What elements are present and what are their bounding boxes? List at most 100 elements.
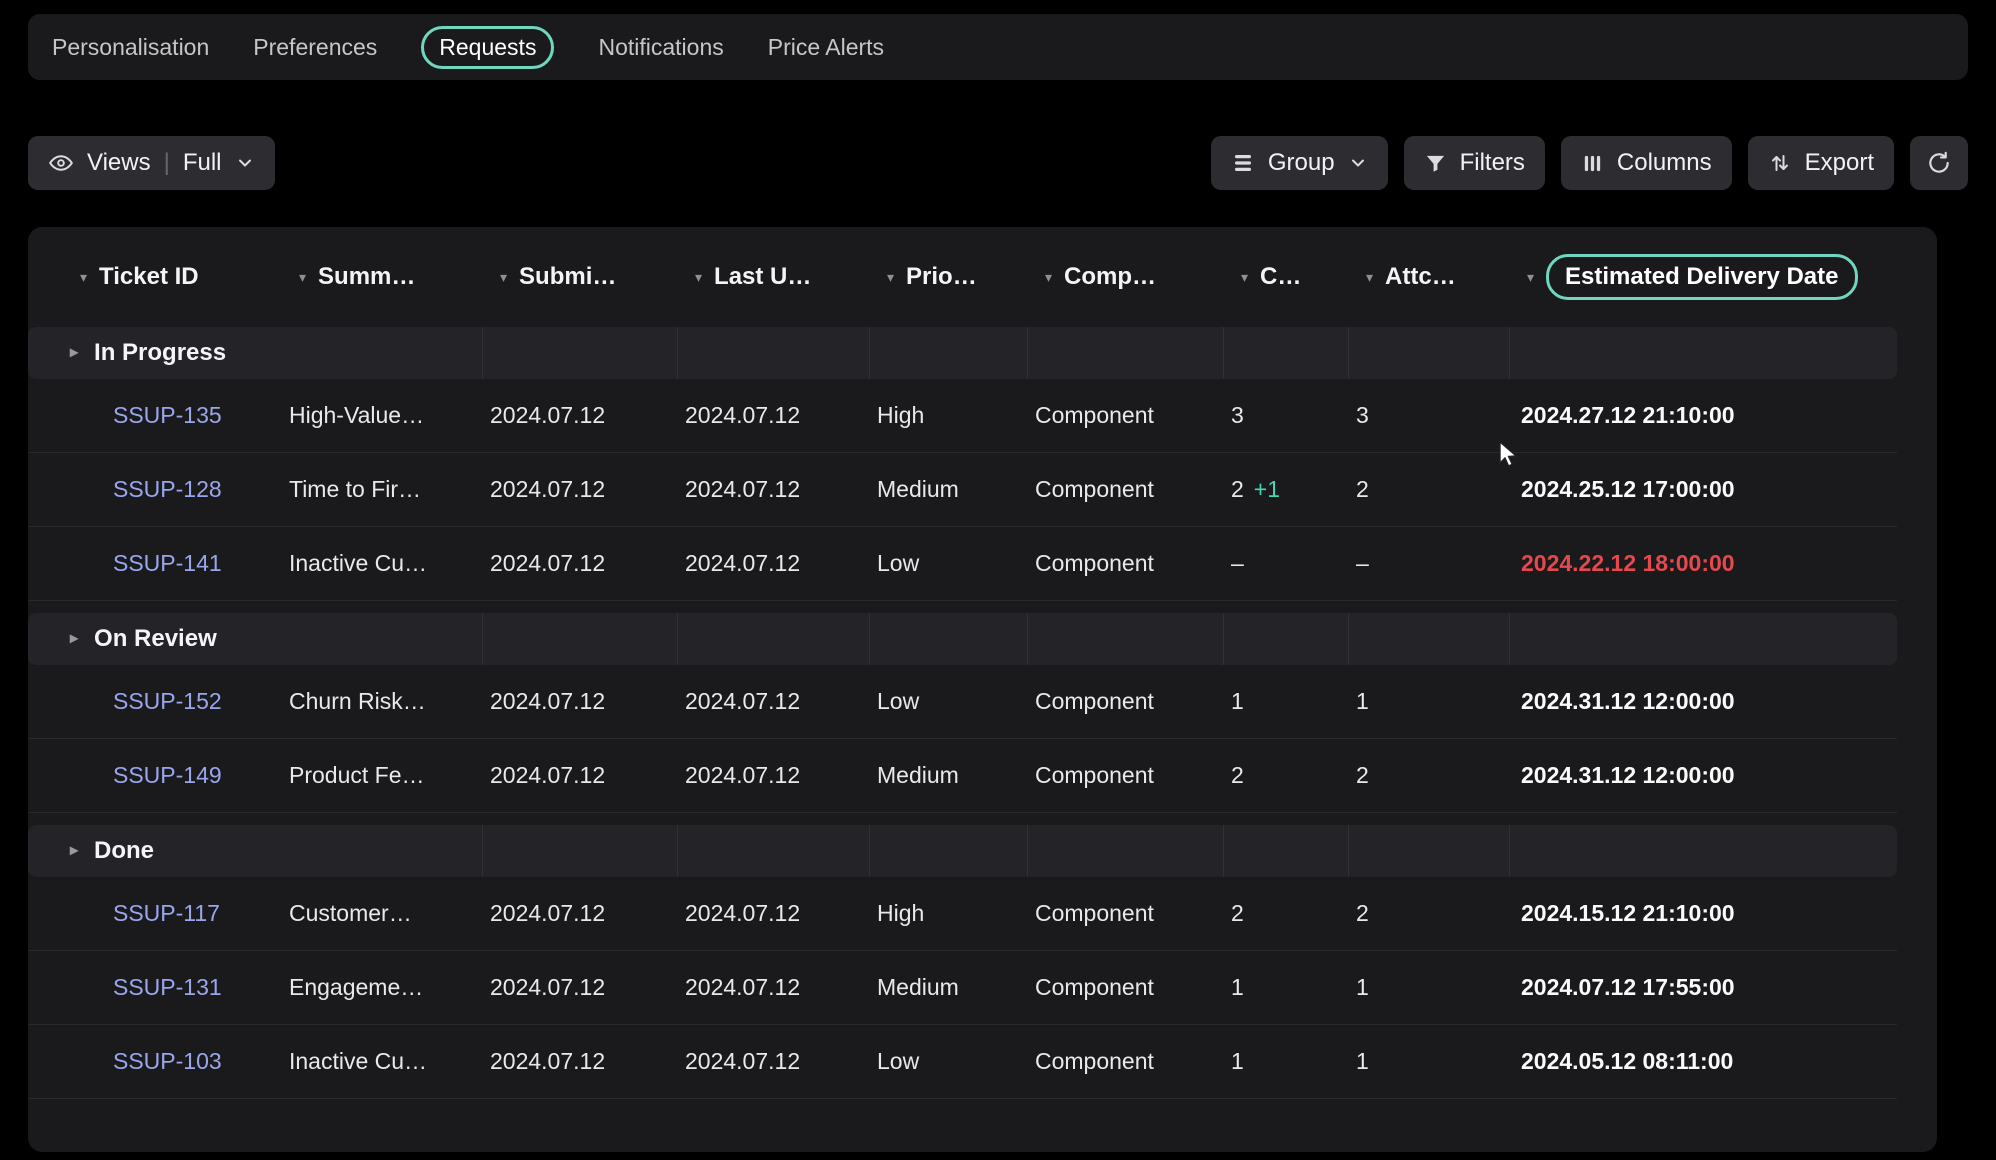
last-updated-cell: 2024.07.12 [677, 1048, 869, 1075]
layers-icon [1231, 151, 1255, 175]
ticket-link[interactable]: SSUP-103 [113, 1048, 222, 1074]
sort-triangle-icon[interactable]: ▾ [1241, 270, 1248, 284]
group-cell [1223, 825, 1348, 877]
sort-triangle-icon[interactable]: ▾ [80, 270, 87, 284]
component-cell: Component [1027, 688, 1223, 715]
summary-cell: Inactive Cu… [281, 550, 482, 577]
table-row[interactable]: SSUP-152 Churn Risk… 2024.07.12 2024.07.… [28, 665, 1897, 739]
table-row[interactable]: SSUP-103 Inactive Cu… 2024.07.12 2024.07… [28, 1025, 1897, 1099]
table-row[interactable]: SSUP-149 Product Fe… 2024.07.12 2024.07.… [28, 739, 1897, 813]
comments-cell: 2 [1223, 900, 1348, 927]
priority-cell: Medium [869, 476, 1027, 503]
tab-preferences[interactable]: Preferences [253, 34, 377, 61]
group-cell [482, 327, 677, 379]
component-cell: Component [1027, 900, 1223, 927]
table-row[interactable]: SSUP-117 Customer… 2024.07.12 2024.07.12… [28, 877, 1897, 951]
column-header-component[interactable]: ▾ Comp… [1027, 263, 1223, 291]
submitted-cell: 2024.07.12 [482, 402, 677, 429]
table-row[interactable]: SSUP-131 Engageme… 2024.07.12 2024.07.12… [28, 951, 1897, 1025]
attachments-cell: 2 [1348, 476, 1509, 503]
expand-triangle-icon[interactable]: ▸ [70, 345, 78, 361]
expand-triangle-icon[interactable]: ▸ [70, 843, 78, 859]
ticket-link[interactable]: SSUP-135 [113, 402, 222, 428]
table-row[interactable]: SSUP-141 Inactive Cu… 2024.07.12 2024.07… [28, 527, 1897, 601]
column-header-label: Submi… [519, 263, 616, 291]
tab-personalisation[interactable]: Personalisation [52, 34, 209, 61]
component-cell: Component [1027, 476, 1223, 503]
ticket-link[interactable]: SSUP-128 [113, 476, 222, 502]
group-button[interactable]: Group [1211, 136, 1388, 190]
component-cell: Component [1027, 402, 1223, 429]
submitted-cell: 2024.07.12 [482, 974, 677, 1001]
column-header-estimated-delivery-date[interactable]: ▾ Estimated Delivery Date [1509, 254, 1937, 300]
ticket-link[interactable]: SSUP-141 [113, 550, 222, 576]
tab-notifications[interactable]: Notifications [598, 34, 723, 61]
attachments-cell: 1 [1348, 1048, 1509, 1075]
expand-triangle-icon[interactable]: ▸ [70, 631, 78, 647]
submitted-cell: 2024.07.12 [482, 476, 677, 503]
summary-cell: Time to Fir… [281, 476, 482, 503]
summary-cell: Customer… [281, 900, 482, 927]
count-extra-badge: +1 [1254, 476, 1280, 502]
table-row[interactable]: SSUP-135 High-Value… 2024.07.12 2024.07.… [28, 379, 1897, 453]
attachments-cell: 1 [1348, 688, 1509, 715]
attachments-cell: 3 [1348, 402, 1509, 429]
count-value: 3 [1231, 402, 1244, 428]
column-header-summary[interactable]: ▾ Summ… [281, 263, 482, 291]
estimated-delivery-cell: 2024.27.12 21:10:00 [1509, 402, 1897, 429]
tab-price-alerts[interactable]: Price Alerts [768, 34, 884, 61]
column-header-last-updated[interactable]: ▾ Last U… [677, 263, 869, 291]
group-cell [869, 825, 1027, 877]
column-header-comments[interactable]: ▾ C… [1223, 263, 1348, 291]
views-button[interactable]: Views | Full [28, 136, 275, 190]
tab-requests[interactable]: Requests [421, 26, 554, 69]
priority-cell: Medium [869, 762, 1027, 789]
sort-triangle-icon[interactable]: ▾ [1527, 270, 1534, 284]
sort-triangle-icon[interactable]: ▾ [887, 270, 894, 284]
filters-label: Filters [1460, 149, 1525, 177]
ticket-link[interactable]: SSUP-152 [113, 688, 222, 714]
chevron-down-icon [1348, 153, 1368, 173]
count-value: 1 [1231, 1048, 1244, 1074]
refresh-icon [1926, 150, 1952, 176]
column-header-priority[interactable]: ▾ Prio… [869, 263, 1027, 291]
submitted-cell: 2024.07.12 [482, 550, 677, 577]
group-cell [482, 613, 677, 665]
table-row[interactable]: SSUP-128 Time to Fir… 2024.07.12 2024.07… [28, 453, 1897, 527]
comments-cell: 1 [1223, 974, 1348, 1001]
column-header-ticket-id[interactable]: ▾ Ticket ID [28, 263, 281, 291]
group-header-in-progress[interactable]: ▸ In Progress [28, 327, 1897, 379]
columns-label: Columns [1617, 149, 1712, 177]
views-label: Views [87, 149, 151, 177]
refresh-button[interactable] [1910, 136, 1968, 190]
sort-triangle-icon[interactable]: ▾ [695, 270, 702, 284]
ticket-link[interactable]: SSUP-131 [113, 974, 222, 1000]
group-header-on-review[interactable]: ▸ On Review [28, 613, 1897, 665]
priority-cell: High [869, 402, 1027, 429]
count-value: 2 [1231, 900, 1244, 926]
column-header-attachments[interactable]: ▾ Attc… [1348, 263, 1509, 291]
ticket-link[interactable]: SSUP-149 [113, 762, 222, 788]
column-header-submitted[interactable]: ▾ Submi… [482, 263, 677, 291]
sort-triangle-icon[interactable]: ▾ [1045, 270, 1052, 284]
estimated-delivery-cell-overdue: 2024.22.12 18:00:00 [1509, 550, 1897, 577]
export-button[interactable]: Export [1748, 136, 1894, 190]
filter-funnel-icon [1424, 152, 1447, 175]
group-header-done[interactable]: ▸ Done [28, 825, 1897, 877]
column-header-label: Ticket ID [99, 263, 199, 291]
group-label: Group [1268, 149, 1335, 177]
summary-cell: Churn Risk… [281, 688, 482, 715]
comments-cell: – [1223, 550, 1348, 577]
ticket-id-cell: SSUP-103 [28, 1048, 281, 1075]
filters-button[interactable]: Filters [1404, 136, 1545, 190]
estimated-delivery-cell: 2024.31.12 12:00:00 [1509, 688, 1897, 715]
comments-cell: 1 [1223, 688, 1348, 715]
sort-triangle-icon[interactable]: ▾ [1366, 270, 1373, 284]
sort-triangle-icon[interactable]: ▾ [299, 270, 306, 284]
ticket-link[interactable]: SSUP-117 [113, 900, 220, 926]
sort-triangle-icon[interactable]: ▾ [500, 270, 507, 284]
columns-button[interactable]: Columns [1561, 136, 1732, 190]
submitted-cell: 2024.07.12 [482, 762, 677, 789]
group-cell [1509, 327, 1897, 379]
ticket-id-cell: SSUP-128 [28, 476, 281, 503]
